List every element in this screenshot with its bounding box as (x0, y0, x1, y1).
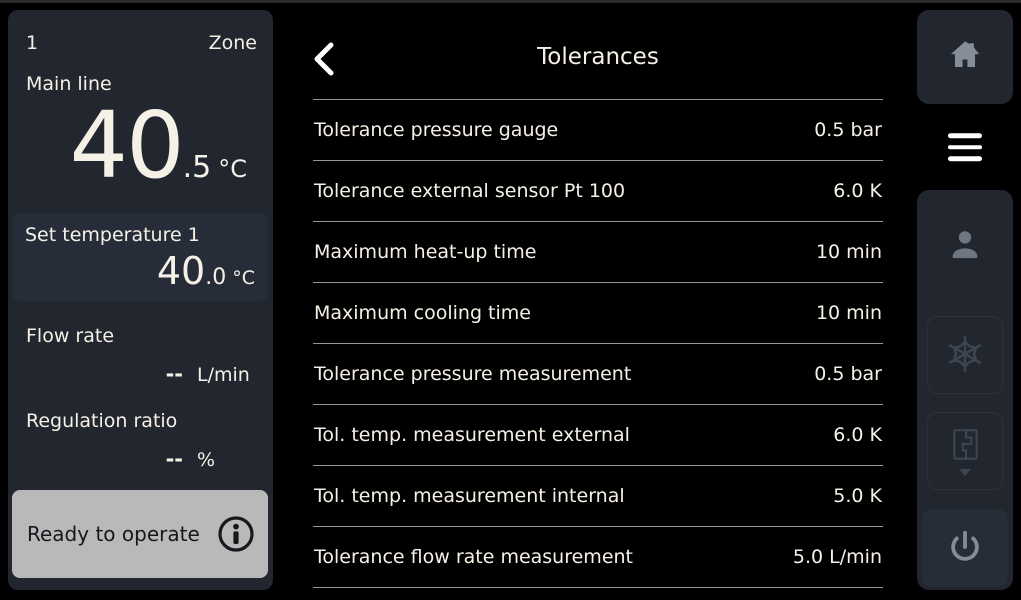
tolerance-row-value: 10 min (816, 241, 883, 263)
home-icon (946, 37, 984, 77)
zone-header: 1 Zone (26, 32, 257, 54)
tolerance-row-value: 5.0 L/min (793, 546, 883, 568)
tolerance-row-label: Tol. temp. measurement external (313, 424, 630, 446)
tolerance-row-label: Maximum heat-up time (313, 241, 536, 263)
tolerance-row-value: 0.5 bar (814, 363, 883, 385)
flow-rate-value: -- (166, 362, 183, 386)
set-temperature-card[interactable]: Set temperature 1 40 .0 °C (12, 213, 268, 301)
tolerance-row-label: Tolerance pressure gauge (313, 119, 558, 141)
tolerances-list: Tolerance pressure gauge 0.5 bar Toleran… (313, 99, 883, 588)
hamburger-menu-icon (948, 133, 982, 161)
flow-rate-unit: L/min (197, 364, 267, 386)
tolerance-row-value: 10 min (816, 302, 883, 324)
sidebar-lower-section (917, 190, 1013, 590)
tolerance-row-label: Maximum cooling time (313, 302, 531, 324)
snowflake-icon (942, 331, 988, 380)
set-temperature-int: 40 (157, 251, 205, 291)
power-button[interactable] (922, 509, 1008, 587)
zone-panel: 1 Zone Main line 40 .5 °C Set temperatur… (8, 10, 273, 590)
main-content: Tolerances Tolerance pressure gauge 0.5 … (273, 0, 917, 600)
tolerance-row-value: 6.0 K (833, 424, 883, 446)
set-temperature-label: Set temperature 1 (25, 224, 200, 246)
tolerance-row-value: 0.5 bar (814, 119, 883, 141)
regulation-ratio-row: -- % (24, 447, 267, 471)
regulation-ratio-unit: % (197, 449, 267, 471)
page-title: Tolerances (313, 44, 883, 70)
info-icon (216, 514, 256, 554)
zone-number: 1 (26, 32, 38, 54)
tolerance-row[interactable]: Tol. temp. measurement external 6.0 K (313, 405, 883, 466)
sidebar-item-user[interactable] (946, 226, 984, 264)
tolerance-row-label: Tolerance flow rate measurement (313, 546, 633, 568)
tolerance-row-value: 6.0 K (833, 180, 883, 202)
status-label: Ready to operate (27, 522, 200, 546)
tolerance-row[interactable]: Tolerance pressure gauge 0.5 bar (313, 100, 883, 161)
actual-temperature-unit: °C (218, 155, 247, 183)
tolerance-row-value: 5.0 K (833, 485, 883, 507)
set-temperature-value: 40 .0 °C (157, 251, 255, 291)
status-card[interactable]: Ready to operate (12, 490, 268, 578)
tolerance-row[interactable]: Tolerance external sensor Pt 100 6.0 K (313, 161, 883, 222)
set-temperature-unit: °C (232, 267, 255, 289)
tolerance-row[interactable]: Tol. temp. measurement internal 5.0 K (313, 466, 883, 527)
flow-rate-label: Flow rate (26, 325, 114, 347)
module-selector-button[interactable] (927, 412, 1003, 490)
actual-temperature-int: 40 (70, 96, 183, 196)
power-icon (946, 528, 984, 569)
chevron-down-icon (959, 469, 971, 476)
zone-label: Zone (209, 32, 257, 54)
set-temperature-frac: .0 (205, 265, 226, 290)
sidebar-item-home[interactable] (917, 10, 1013, 104)
flow-rate-row: -- L/min (24, 362, 267, 386)
regulation-ratio-value: -- (166, 447, 183, 471)
user-icon (946, 249, 984, 268)
tolerance-row[interactable]: Maximum cooling time 10 min (313, 283, 883, 344)
tolerance-row-label: Tol. temp. measurement internal (313, 485, 625, 507)
actual-temperature-frac: .5 (183, 150, 212, 185)
tolerance-row[interactable]: Tolerance flow rate measurement 5.0 L/mi… (313, 527, 883, 588)
sidebar-item-menu-active[interactable] (887, 104, 1006, 190)
tolerance-row[interactable]: Maximum heat-up time 10 min (313, 222, 883, 283)
tolerance-row[interactable]: Tolerance pressure measurement 0.5 bar (313, 344, 883, 405)
module-selector-icon (947, 427, 983, 466)
actual-temperature: 40 .5 °C (24, 96, 247, 196)
regulation-ratio-label: Regulation ratio (26, 410, 177, 432)
sidebar (917, 10, 1013, 590)
tolerance-row-label: Tolerance pressure measurement (313, 363, 631, 385)
cooling-button[interactable] (927, 316, 1003, 394)
tolerance-row-label: Tolerance external sensor Pt 100 (313, 180, 625, 202)
